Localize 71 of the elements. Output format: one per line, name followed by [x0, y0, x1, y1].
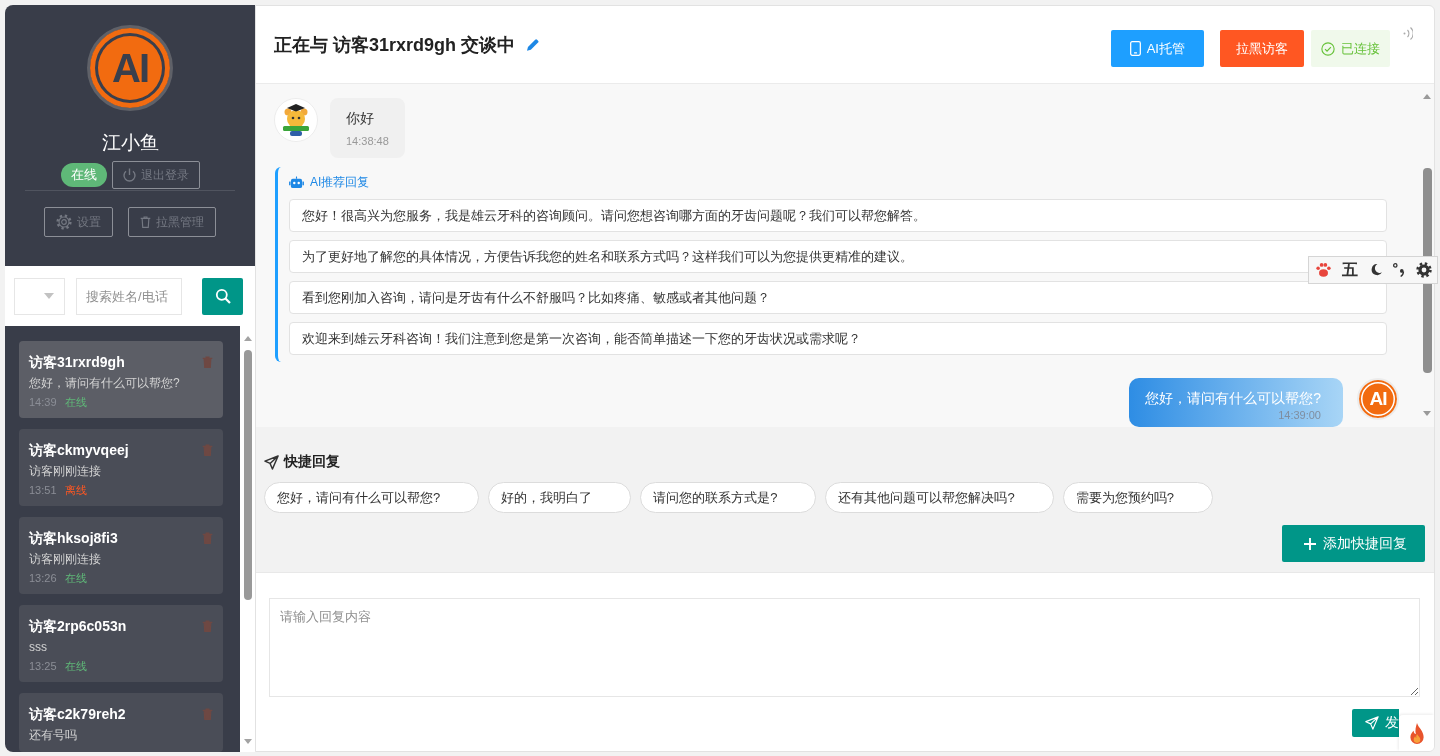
message-time: 14:39:00 — [1277, 408, 1321, 422]
last-message: 还有号吗 — [29, 727, 78, 743]
ai-suggestion-title: AI推荐回复 — [310, 174, 370, 191]
signal-icon — [1403, 27, 1413, 40]
send-button[interactable]: 发 — [1352, 709, 1399, 737]
visitor-card[interactable]: 访客ckmyvqeej 访客刚刚连接 13:51 离线 — [19, 429, 223, 506]
caret-icon — [44, 293, 54, 299]
suggested-reply[interactable]: 您好！很高兴为您服务，我是雄云牙科的咨询顾问。请问您想咨询哪方面的牙齿问题呢？我们可以帮您解答。 — [289, 199, 1387, 232]
visitor-name: 访客ckmyvqeej — [29, 441, 129, 459]
gear-icon — [56, 214, 72, 230]
message-text: 你好 — [346, 109, 375, 128]
message-time: 14:38:48 — [346, 134, 389, 148]
last-message: 访客刚刚连接 — [29, 551, 102, 567]
cartoon-avatar — [274, 98, 318, 142]
trash-icon — [140, 216, 151, 228]
check-circle-icon — [1321, 41, 1335, 56]
visitor-card[interactable]: 访客hksoj8fi3 访客刚刚连接 13:26 在线 — [19, 517, 223, 594]
scrollbar-thumb[interactable] — [1422, 168, 1432, 373]
online-status: 在线 — [64, 659, 87, 673]
online-status: 在线 — [64, 395, 87, 409]
message-text: 您好，请问有什么可以帮您? — [1145, 389, 1321, 408]
power-icon — [122, 168, 136, 182]
visitor-name: 访客2rp6c053n — [29, 617, 127, 635]
scrollbar-thumb[interactable] — [243, 350, 252, 600]
search-field[interactable]: 搜索姓名/电话 — [76, 277, 182, 315]
online-status: 离线 — [64, 483, 87, 497]
chat-title: 正在与 访客31rxrd9gh 交谈中 — [274, 33, 516, 57]
quick-reply-chip[interactable]: 需要为您预约吗? — [1062, 482, 1213, 513]
moon-icon[interactable] — [1369, 264, 1382, 276]
robot-icon — [289, 176, 304, 189]
pencil-icon[interactable] — [527, 38, 540, 51]
send-icon — [264, 454, 279, 470]
last-message: sss — [29, 639, 48, 655]
add-quick-reply-button[interactable]: 添加快捷回复 — [1282, 525, 1425, 562]
agent-name: 江小鱼 — [101, 131, 159, 155]
quick-reply-chip[interactable]: 请问您的联系方式是? — [640, 482, 817, 513]
visitor-name: 访客hksoj8fi3 — [29, 529, 118, 547]
visitor-card[interactable]: 访客2rp6c053n sss 13:25 在线 — [19, 605, 223, 682]
phone-icon — [1129, 41, 1141, 56]
search-icon — [214, 288, 231, 304]
visitor-card[interactable]: 访客c2k79reh2 还有号吗 — [19, 693, 223, 752]
last-message: 访客刚刚连接 — [29, 463, 102, 479]
send-icon — [1365, 716, 1379, 730]
connection-label: 已连接 — [1341, 39, 1380, 58]
ai-logo-avatar: AI — [87, 25, 173, 111]
quick-reply-chip[interactable]: 还有其他问题可以帮您解决吗? — [825, 482, 1054, 513]
up-arrow-icon[interactable] — [1423, 94, 1431, 99]
paw-icon[interactable] — [1316, 263, 1331, 277]
down-arrow-icon[interactable] — [243, 739, 252, 744]
quick-reply-chip[interactable]: 好的，我明白了 — [488, 482, 632, 513]
message-time: 13:26 — [29, 571, 57, 585]
search-button[interactable] — [202, 277, 243, 315]
message-time: 13:25 — [29, 659, 57, 673]
down-arrow-icon[interactable] — [1423, 411, 1431, 416]
suggested-reply[interactable]: 欢迎来到雄云牙科咨询！我们注意到您是第一次咨询，能否简单描述一下您的牙齿状况或需求呢？ — [289, 322, 1387, 355]
status-badge: 在线 — [60, 163, 107, 187]
message-time: 13:51 — [29, 483, 57, 497]
reply-input[interactable]: 请输入回复内容 — [269, 598, 1420, 697]
online-status: 在线 — [64, 571, 87, 585]
quick-reply-chip[interactable]: 您好，请问有什么可以帮您? — [264, 482, 480, 513]
ai-logo-avatar: AI — [1357, 378, 1399, 420]
last-message: 您好，请问有什么可以帮您? — [29, 375, 181, 391]
flame-icon[interactable] — [1399, 715, 1434, 751]
suggested-reply[interactable]: 看到您刚加入咨询，请问是牙齿有什么不舒服吗？比如疼痛、敏感或者其他问题？ — [289, 281, 1387, 314]
punctuation-icon[interactable] — [1392, 263, 1405, 277]
section-title: 快捷回复 — [284, 453, 340, 471]
plus-icon — [1304, 537, 1316, 550]
visitor-name: 访客31rxrd9gh — [29, 353, 125, 371]
settings-icon[interactable] — [1416, 262, 1432, 278]
visitor-name: 访客c2k79reh2 — [29, 705, 126, 723]
up-arrow-icon[interactable] — [243, 336, 252, 341]
